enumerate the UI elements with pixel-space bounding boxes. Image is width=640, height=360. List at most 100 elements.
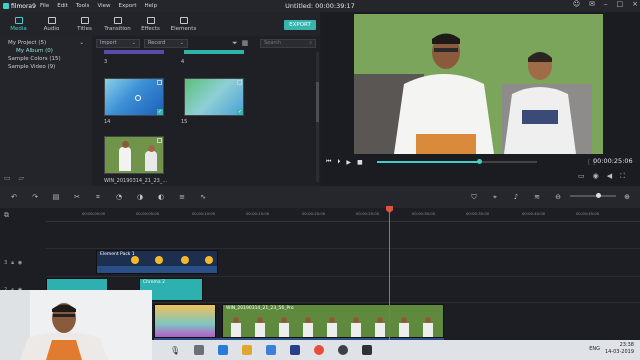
color-clip[interactable] [154, 304, 216, 338]
toggle-icon[interactable] [237, 80, 242, 85]
system-clock[interactable]: 23:38 14-03-2019 [605, 342, 634, 356]
add-track-icon[interactable]: ⧉ [4, 211, 9, 220]
sidebar-item-sample-video[interactable]: Sample Video (9) [0, 63, 92, 71]
video-clip-label: WIN_20190314_21_23_56_Pro [226, 306, 294, 311]
element-clip[interactable]: Element Pack 1 [96, 250, 218, 274]
library-scrollbar[interactable] [316, 52, 319, 182]
account-icon[interactable]: ☺ [573, 0, 580, 8]
zoom-handle[interactable] [596, 193, 601, 198]
clock-time: 23:38 [619, 342, 634, 348]
sidebar-item-sample-colors[interactable]: Sample Colors (15) [0, 55, 92, 63]
search-input[interactable]: Search ⌕ [260, 38, 316, 48]
sidebar-item-my-album[interactable]: My Album (0) [0, 47, 92, 55]
scrubber-handle[interactable] [476, 159, 482, 164]
shield-icon[interactable]: ⛉ [470, 193, 478, 202]
stop-icon[interactable]: ■ [357, 159, 363, 166]
chevron-down-icon: ⌄ [79, 40, 84, 46]
open-folder-icon[interactable]: ▱ [19, 174, 24, 182]
track-header-3: 3 🔒︎ ◉ [0, 260, 46, 266]
tab-media[interactable]: Media [2, 12, 35, 36]
toggle-icon[interactable] [157, 138, 162, 143]
import-dropdown[interactable]: Import ⌄ [96, 38, 140, 48]
volume-icon[interactable]: ◀ [607, 172, 612, 181]
media-thumb-3[interactable] [104, 50, 164, 54]
toggle-icon[interactable] [157, 80, 162, 85]
file-explorer-icon[interactable] [242, 345, 253, 355]
boy-figure [145, 151, 157, 171]
voiceover-icon[interactable]: ≋ [533, 193, 541, 201]
mail-icon[interactable] [290, 345, 301, 355]
mic-icon[interactable]: ♪ [512, 193, 520, 201]
redo-icon[interactable]: ↷ [31, 193, 39, 201]
zoom-slider[interactable] [570, 193, 616, 198]
timeline-ruler[interactable]: 00:00:00:00 00:00:05:00 00:00:10:00 00:0… [46, 208, 640, 222]
screen-icon[interactable]: ▭ [578, 172, 585, 181]
chroma-clip-label: Chroma 2 [143, 280, 165, 285]
close-icon[interactable]: × [632, 0, 638, 8]
media-thumb-14[interactable]: ✓ [104, 78, 164, 116]
filmora-taskbar-icon[interactable] [362, 345, 373, 355]
grid-view-icon[interactable]: ▦ [242, 39, 249, 47]
snapshot-icon[interactable]: ◉ [593, 172, 599, 181]
clock-app-icon[interactable] [338, 345, 349, 355]
cut-icon[interactable]: ✂ [73, 193, 81, 201]
tab-elements[interactable]: Elements [167, 12, 200, 36]
marker-icon[interactable]: ⌖ [491, 193, 499, 202]
library-toolbar: Import ⌄ Record ⌄ ⏷ ▦ Search ⌕ [92, 36, 320, 50]
record-dropdown[interactable]: Record ⌄ [144, 38, 188, 48]
sidebar-item-my-project[interactable]: My Project (5) ⌄ [0, 39, 92, 47]
search-icon: ⌕ [309, 40, 312, 46]
audio-wave-icon[interactable]: ∿ [199, 193, 207, 201]
tab-effects[interactable]: Effects [134, 12, 167, 36]
preview-frame-image [354, 14, 603, 154]
audio-mixer-icon[interactable]: ≡ [178, 193, 186, 201]
store-icon[interactable] [266, 345, 277, 355]
media-thumb-webcam-video[interactable] [104, 136, 164, 174]
eye-icon[interactable]: ◉ [18, 260, 22, 266]
edge-icon[interactable] [218, 345, 229, 355]
ruler-label: 00:00:15:00 [246, 211, 270, 216]
webcam-feed-image [0, 290, 152, 360]
webcam-video-clip[interactable]: WIN_20190314_21_23_56_Pro [222, 304, 444, 338]
menu-file[interactable]: File [36, 3, 53, 9]
notification-icon[interactable]: ✉ [589, 0, 595, 8]
tab-titles[interactable]: Titles [68, 12, 101, 36]
menu-edit[interactable]: Edit [53, 3, 72, 9]
delete-icon[interactable]: ▤ [52, 193, 60, 201]
preview-video [354, 14, 603, 154]
media-thumb-4[interactable] [184, 50, 244, 54]
preview-scrubber[interactable] [376, 159, 537, 164]
zoom-in-icon[interactable]: ⊕ [624, 193, 630, 201]
task-view-icon[interactable] [194, 345, 205, 355]
new-folder-icon[interactable]: ▭ [4, 174, 11, 182]
speed-icon[interactable]: ◔ [115, 193, 123, 201]
zoom-out-icon[interactable]: ⊖ [554, 193, 562, 201]
media-thumb-15[interactable]: ✓ [184, 78, 244, 116]
minimize-icon[interactable]: – [604, 0, 608, 8]
crop-icon[interactable]: ⌗ [94, 193, 102, 202]
playhead[interactable] [389, 206, 390, 360]
play-frame-icon[interactable]: ⏵ [337, 158, 340, 166]
app-logo: filmora9 [0, 0, 36, 12]
tab-audio[interactable]: Audio [35, 12, 68, 36]
clock-date: 14-03-2019 [604, 349, 634, 355]
menu-help[interactable]: Help [141, 3, 162, 9]
chrome-icon[interactable] [314, 345, 325, 355]
color-icon[interactable]: ◑ [136, 193, 144, 201]
export-button[interactable]: EXPORT [284, 20, 316, 30]
language-indicator[interactable]: ENG [589, 346, 600, 352]
maximize-icon[interactable]: □ [617, 0, 624, 8]
menu-tools[interactable]: Tools [72, 3, 94, 9]
undo-icon[interactable]: ↶ [10, 193, 18, 201]
lock-icon[interactable]: 🔒︎ [11, 260, 14, 266]
adjust-icon[interactable]: ◐ [157, 193, 165, 201]
play-icon[interactable]: ▶ [346, 159, 351, 166]
menu-export[interactable]: Export [115, 3, 141, 9]
mic-icon[interactable]: 🎙︎ [170, 346, 180, 355]
menu-view[interactable]: View [93, 3, 114, 9]
fullscreen-icon[interactable]: ⛶ [620, 172, 625, 181]
skip-back-icon[interactable]: ⏮ [326, 158, 331, 166]
filter-icon[interactable]: ⏷ [232, 39, 238, 48]
check-icon: ✓ [157, 109, 163, 115]
tab-transition[interactable]: Transition [101, 12, 134, 36]
